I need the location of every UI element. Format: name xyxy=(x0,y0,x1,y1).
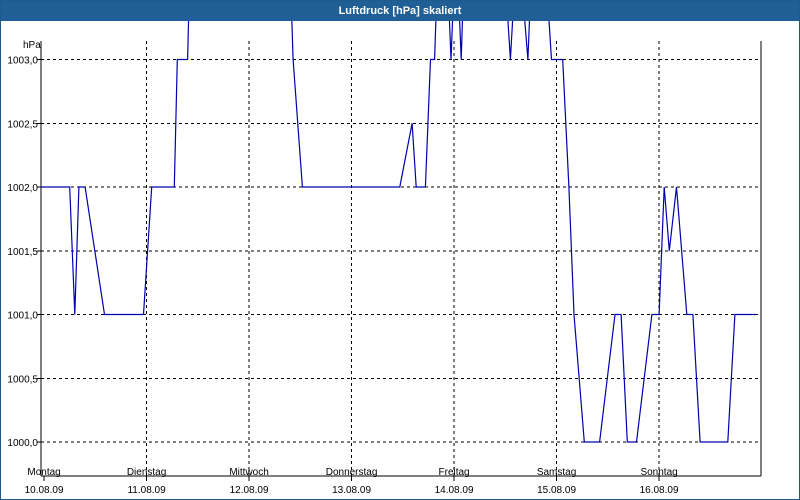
grid xyxy=(41,41,761,476)
series xyxy=(41,21,756,443)
x-tick-date: 15.08.09 xyxy=(537,485,576,496)
y-tick-label: 1002,0 xyxy=(7,183,38,194)
y-tick-label: 1001,5 xyxy=(7,247,38,258)
x-tick-date: 12.08.09 xyxy=(230,485,269,496)
x-tick-day: Donnerstag xyxy=(326,467,378,478)
chart-window: Luftdruck [hPa] skaliert 1000,0 1000,5 100… xyxy=(0,0,800,500)
window-title: Luftdruck [hPa] skaliert xyxy=(1,1,799,21)
x-tick-day: Montag xyxy=(27,467,60,478)
x-tick-date: 11.08.09 xyxy=(127,485,166,496)
x-tick-date: 14.08.09 xyxy=(435,485,474,496)
x-tick-date: 13.08.09 xyxy=(332,485,371,496)
x-tick-day: Freitag xyxy=(439,467,470,478)
y-tick-label: 1000,0 xyxy=(7,438,38,449)
y-axis-label: hPa xyxy=(23,40,41,51)
pressure-series-line xyxy=(41,21,756,443)
x-tick-date: 16.08.09 xyxy=(640,485,679,496)
x-tick-day: Dienstag xyxy=(127,467,166,478)
pressure-chart: 1000,0 1000,5 1001,0 1001,5 1002,0 1002,5 1003… xyxy=(7,21,762,496)
y-tick-label: 1003,0 xyxy=(7,56,38,67)
y-tick-label: 1000,5 xyxy=(7,374,38,385)
x-tick-date: 10.08.09 xyxy=(25,485,64,496)
labels: 1000,0 1000,5 1001,0 1001,5 1002,0 1002,5 1003… xyxy=(7,40,679,496)
x-tick-day: Mittwoch xyxy=(229,467,268,478)
y-tick-label: 1001,0 xyxy=(7,311,38,322)
y-tick-label: 1002,5 xyxy=(7,119,38,130)
x-tick-day: Samstag xyxy=(537,467,576,478)
x-tick-day: Sonntag xyxy=(640,467,677,478)
